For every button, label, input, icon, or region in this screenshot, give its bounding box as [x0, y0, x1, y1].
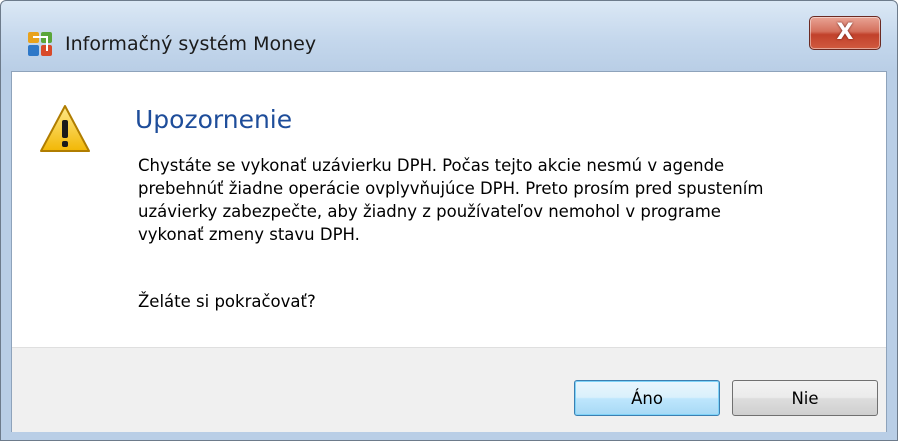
message-line: vykonať zmeny stavu DPH. — [138, 225, 360, 244]
no-button[interactable]: Nie — [732, 380, 878, 416]
button-bar: Áno Nie — [12, 347, 886, 432]
dialog-heading: Upozornenie — [135, 105, 293, 134]
dialog-window: Informačný systém Money X Upozornenie Ch… — [0, 0, 898, 441]
message-line: prebehnúť žiadne operácie ovplyvňujúce D… — [138, 179, 764, 198]
dialog-question: Želáte si pokračovať? — [138, 292, 316, 311]
dialog-content: Upozornenie Chystáte se vykonať uzávierk… — [11, 71, 887, 432]
window-title: Informačný systém Money — [65, 33, 317, 55]
close-icon: X — [836, 20, 854, 45]
yes-button[interactable]: Áno — [574, 380, 720, 416]
money-app-icon — [28, 32, 52, 56]
close-button[interactable]: X — [809, 16, 881, 50]
warning-icon — [40, 105, 90, 152]
message-line: uzávierky zabezpečte, aby žiadny z použí… — [138, 202, 721, 221]
title-bar[interactable]: Informačný systém Money X — [1, 1, 897, 71]
dialog-message: Chystáte se vykonať uzávierku DPH. Počas… — [138, 154, 868, 246]
message-line: Chystáte se vykonať uzávierku DPH. Počas… — [138, 156, 725, 175]
